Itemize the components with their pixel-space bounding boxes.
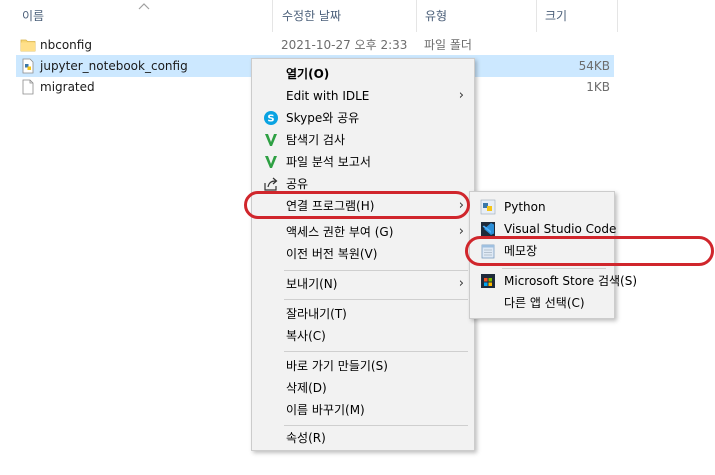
menu-item-label: 탐색기 검사 bbox=[286, 133, 346, 147]
menu-item-label: Edit with IDLE bbox=[286, 89, 370, 103]
menu-item-label: 열기(O) bbox=[286, 67, 330, 81]
column-divider[interactable] bbox=[416, 0, 417, 32]
column-name[interactable]: 이름 bbox=[16, 0, 44, 32]
menu-item-label: 보내기(N) bbox=[286, 277, 338, 291]
menu-item-label: 복사(C) bbox=[286, 329, 326, 343]
column-date-modified[interactable]: 수정한 날짜 bbox=[276, 0, 341, 32]
python-file-icon bbox=[22, 58, 34, 74]
file-size: 54KB bbox=[578, 59, 610, 73]
menu-item-give-access[interactable]: 액세스 권한 부여 (G) › bbox=[254, 221, 472, 243]
submenu-item-label: Python bbox=[504, 200, 546, 214]
antivirus-report-icon bbox=[265, 156, 277, 168]
sort-ascending-icon bbox=[138, 3, 150, 10]
chevron-right-icon: › bbox=[458, 276, 464, 291]
chevron-right-icon: › bbox=[458, 224, 464, 239]
menu-divider bbox=[284, 351, 468, 352]
menu-item-edit-with-idle[interactable]: Edit with IDLE › bbox=[254, 85, 472, 107]
column-divider[interactable] bbox=[617, 0, 618, 32]
python-icon bbox=[480, 199, 496, 215]
menu-item-skype-share[interactable]: S Skype와 공유 bbox=[254, 107, 472, 129]
file-type: 파일 폴더 bbox=[424, 38, 472, 52]
submenu-item-python[interactable]: Python bbox=[472, 196, 612, 218]
file-row-nbconfig[interactable]: nbconfig 2021-10-27 오후 2:33 파일 폴더 bbox=[16, 34, 614, 56]
share-icon bbox=[264, 177, 278, 191]
menu-item-delete[interactable]: 삭제(D) bbox=[254, 377, 472, 399]
submenu-item-store-search[interactable]: Microsoft Store 검색(S) bbox=[472, 270, 637, 292]
vscode-icon bbox=[481, 222, 495, 236]
file-name: nbconfig bbox=[40, 38, 92, 52]
chevron-right-icon: › bbox=[458, 88, 464, 103]
menu-item-file-report[interactable]: 파일 분석 보고서 bbox=[254, 151, 472, 173]
menu-item-cut[interactable]: 잘라내기(T) bbox=[254, 303, 472, 325]
column-type[interactable]: 유형 bbox=[419, 0, 447, 32]
menu-divider bbox=[502, 268, 606, 269]
menu-item-label: 바로 가기 만들기(S) bbox=[286, 359, 388, 373]
menu-item-copy[interactable]: 복사(C) bbox=[254, 325, 472, 347]
annotation-oval-notepad bbox=[465, 236, 714, 266]
context-menu: 열기(O) Edit with IDLE › S Skype와 공유 탐색기 검… bbox=[251, 58, 475, 451]
menu-item-restore-versions[interactable]: 이전 버전 복원(V) bbox=[254, 243, 472, 265]
menu-item-label: 이전 버전 복원(V) bbox=[286, 247, 378, 261]
menu-item-label: Skype와 공유 bbox=[286, 111, 360, 125]
menu-item-scan[interactable]: 탐색기 검사 bbox=[254, 129, 472, 151]
menu-item-properties[interactable]: 속성(R) bbox=[254, 427, 472, 449]
menu-item-open[interactable]: 열기(O) bbox=[254, 63, 472, 85]
column-divider[interactable] bbox=[536, 0, 537, 32]
menu-item-label: 속성(R) bbox=[286, 431, 326, 445]
skype-icon: S bbox=[264, 111, 278, 125]
menu-item-label: 파일 분석 보고서 bbox=[286, 155, 371, 169]
menu-item-label: 삭제(D) bbox=[286, 381, 327, 395]
menu-item-label: 액세스 권한 부여 (G) bbox=[286, 225, 394, 239]
menu-item-send-to[interactable]: 보내기(N) › bbox=[254, 273, 472, 295]
antivirus-icon bbox=[265, 134, 277, 146]
menu-divider bbox=[284, 299, 468, 300]
folder-icon bbox=[20, 39, 36, 52]
menu-item-create-shortcut[interactable]: 바로 가기 만들기(S) bbox=[254, 355, 472, 377]
file-date: 2021-10-27 오후 2:33 bbox=[281, 38, 408, 52]
column-divider[interactable] bbox=[272, 0, 273, 32]
file-size: 1KB bbox=[586, 80, 610, 94]
annotation-oval-open-with bbox=[244, 191, 470, 219]
submenu-item-choose-another-app[interactable]: 다른 앱 선택(C) bbox=[472, 292, 612, 314]
submenu-item-label: Microsoft Store 검색(S) bbox=[504, 274, 638, 288]
column-header: 이름 수정한 날짜 유형 크기 bbox=[0, 0, 715, 32]
column-size[interactable]: 크기 bbox=[539, 0, 567, 32]
menu-item-rename[interactable]: 이름 바꾸기(M) bbox=[254, 399, 472, 421]
blank-file-icon bbox=[22, 79, 34, 95]
menu-item-label: 이름 바꾸기(M) bbox=[286, 403, 365, 417]
svg-text:S: S bbox=[267, 114, 274, 125]
menu-divider bbox=[284, 270, 468, 271]
menu-item-label: 잘라내기(T) bbox=[286, 307, 347, 321]
submenu-item-label: 다른 앱 선택(C) bbox=[504, 296, 585, 310]
file-name: jupyter_notebook_config bbox=[40, 59, 188, 73]
file-name: migrated bbox=[40, 80, 95, 94]
menu-divider bbox=[284, 425, 468, 426]
microsoft-store-icon bbox=[481, 274, 495, 288]
